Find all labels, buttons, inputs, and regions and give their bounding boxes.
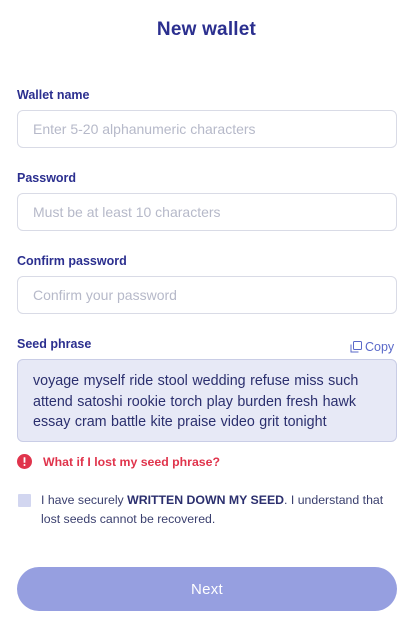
wallet-name-label: Wallet name: [17, 88, 90, 102]
copy-button[interactable]: Copy: [350, 340, 394, 354]
next-button[interactable]: Next: [17, 567, 397, 611]
alert-circle-icon: [17, 454, 32, 469]
seed-consent-text: I have securely WRITTEN DOWN MY SEED. I …: [41, 491, 391, 529]
copy-label: Copy: [365, 340, 395, 354]
lost-seed-help-link[interactable]: What if I lost my seed phrase?: [17, 454, 220, 469]
confirm-password-input[interactable]: [17, 276, 397, 314]
password-input[interactable]: [17, 193, 397, 231]
copy-icon: [350, 341, 362, 353]
confirm-password-label: Confirm password: [17, 254, 127, 268]
password-label: Password: [17, 171, 77, 185]
seed-phrase-box[interactable]: voyage myself ride stool wedding refuse …: [17, 359, 397, 442]
wallet-name-input[interactable]: [17, 110, 397, 148]
seed-phrase-text: voyage myself ride stool wedding refuse …: [33, 373, 359, 430]
consent-text-strong: WRITTEN DOWN MY SEED: [127, 493, 285, 507]
lost-seed-help-text: What if I lost my seed phrase?: [43, 454, 220, 469]
new-wallet-page: New wallet Wallet name Password Confirm …: [0, 0, 413, 618]
consent-text-before: I have securely: [41, 493, 128, 507]
seed-consent-checkbox[interactable]: [18, 494, 31, 507]
seed-phrase-label: Seed phrase: [17, 337, 92, 351]
page-title: New wallet: [156, 19, 257, 40]
